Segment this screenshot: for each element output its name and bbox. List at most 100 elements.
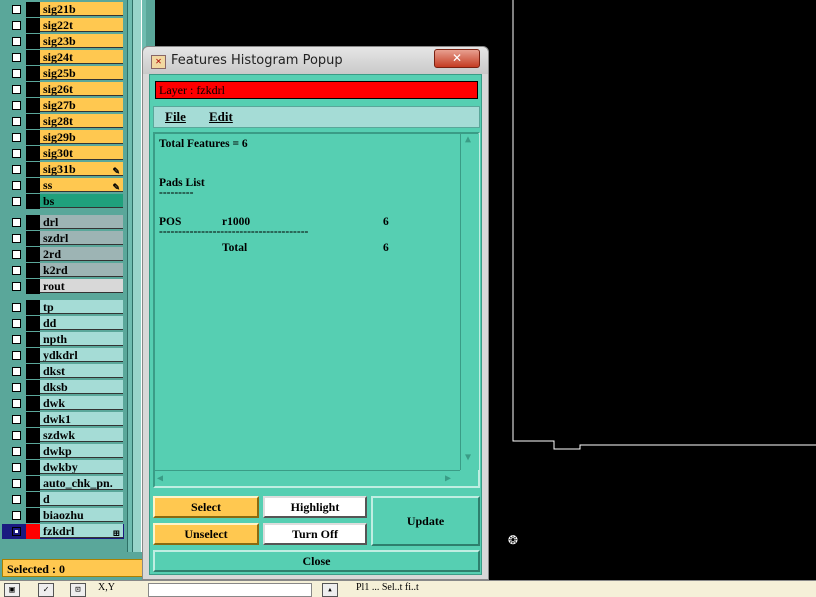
layer-checkbox[interactable] [12,383,21,392]
layer-checkbox[interactable] [12,133,21,142]
layer-checkbox[interactable] [12,37,21,46]
layer-row-2rd[interactable]: 2rd [2,247,124,262]
layer-checkbox[interactable] [12,250,21,259]
scroll-down-icon[interactable]: ▼ [465,452,471,463]
layer-name[interactable]: dwkp [40,444,123,458]
layer-checkbox[interactable] [12,511,21,520]
layer-name[interactable]: dwk1 [40,412,123,426]
layer-color-swatch[interactable] [26,34,40,49]
layer-color-swatch[interactable] [26,492,40,507]
layer-color-swatch[interactable] [26,396,40,411]
layer-color-swatch[interactable] [26,50,40,65]
scroll-icon[interactable]: ▴ [322,583,338,597]
layer-checkbox[interactable] [12,463,21,472]
layer-name[interactable]: fzkdrl ⊞ [40,524,123,538]
layer-name[interactable]: sig23b [40,34,123,48]
layer-name[interactable]: dd [40,316,123,330]
layer-name[interactable]: sig31b ✎ [40,162,123,176]
layer-color-swatch[interactable] [26,2,40,17]
layer-name[interactable]: auto_chk_pn. [40,476,123,490]
layer-row-sig25b[interactable]: sig25b [2,66,124,81]
layer-color-swatch[interactable] [26,98,40,113]
scroll-right-icon[interactable]: ▶ [445,473,451,484]
select-button[interactable]: Select [153,496,259,518]
layer-row-rout[interactable]: rout [2,279,124,294]
layer-name[interactable]: ss ✎ [40,178,123,192]
layer-name[interactable]: sig29b [40,130,123,144]
layer-color-swatch[interactable] [26,146,40,161]
layer-color-swatch[interactable] [26,444,40,459]
layer-color-swatch[interactable] [26,66,40,81]
layer-row-sig30t[interactable]: sig30t [2,146,124,161]
layer-checkbox[interactable] [12,479,21,488]
vertical-scrollbar[interactable]: ▲ ▼ [460,134,479,470]
layer-name[interactable]: sig27b [40,98,123,112]
layer-color-swatch[interactable] [26,231,40,246]
layer-name[interactable]: biaozhu [40,508,123,522]
popup-titlebar[interactable]: ✕ Features Histogram Popup ✕ [143,47,488,74]
layer-name[interactable]: szdwk [40,428,123,442]
layer-color-swatch[interactable] [26,428,40,443]
layer-name[interactable]: bs [40,194,123,208]
close-button[interactable]: Close [153,550,480,572]
layer-checkbox[interactable] [12,21,21,30]
layer-row-auto-chk-pn-[interactable]: auto_chk_pn. [2,476,124,491]
close-window-button[interactable]: ✕ [434,49,480,68]
snap-tool-icon[interactable]: ⊡ [70,583,86,597]
layer-checkbox[interactable] [12,181,21,190]
layer-name[interactable]: d [40,492,123,506]
menu-edit[interactable]: Edit [209,107,233,127]
layer-row-dd[interactable]: dd [2,316,124,331]
layer-name[interactable]: 2rd [40,247,123,261]
layer-color-swatch[interactable] [26,524,40,539]
layer-checkbox[interactable] [12,319,21,328]
layer-name[interactable]: rout [40,279,123,293]
layer-row-tp[interactable]: tp [2,300,124,315]
layer-name[interactable]: dwk [40,396,123,410]
select-tool-icon[interactable]: ▣ [4,583,20,597]
layer-color-swatch[interactable] [26,332,40,347]
layer-color-swatch[interactable] [26,279,40,294]
layer-color-swatch[interactable] [26,476,40,491]
layer-row-sig22t[interactable]: sig22t [2,18,124,33]
layer-color-swatch[interactable] [26,348,40,363]
coord-input[interactable] [148,583,312,597]
layer-row-bs[interactable]: bs [2,194,124,209]
layer-checkbox[interactable] [12,266,21,275]
layer-color-swatch[interactable] [26,18,40,33]
layer-row-biaozhu[interactable]: biaozhu [2,508,124,523]
layer-checkbox[interactable] [12,351,21,360]
layer-row-k2rd[interactable]: k2rd [2,263,124,278]
layer-checkbox[interactable] [12,303,21,312]
layer-checkbox[interactable] [12,218,21,227]
layer-row-drl[interactable]: drl [2,215,124,230]
layer-color-swatch[interactable] [26,460,40,475]
horizontal-scrollbar[interactable]: ◀ ▶ [155,470,460,487]
layer-color-swatch[interactable] [26,130,40,145]
layer-name[interactable]: sig25b [40,66,123,80]
layer-row-fzkdrl[interactable]: fzkdrl ⊞ [2,524,124,539]
layer-name[interactable]: sig22t [40,18,123,32]
layer-name[interactable]: sig28t [40,114,123,128]
layer-name[interactable]: dksb [40,380,123,394]
layer-row-sig21b[interactable]: sig21b [2,2,124,17]
layer-checkbox[interactable] [12,399,21,408]
layer-checkbox[interactable] [12,149,21,158]
layer-name[interactable]: npth [40,332,123,346]
scroll-up-icon[interactable]: ▲ [465,134,471,145]
layer-row-sig31b[interactable]: sig31b ✎ [2,162,124,177]
layer-checkbox[interactable] [12,447,21,456]
layer-color-swatch[interactable] [26,300,40,315]
layer-row-dwk1[interactable]: dwk1 [2,412,124,427]
layer-checkbox[interactable] [12,282,21,291]
layer-row-sig24t[interactable]: sig24t [2,50,124,65]
layer-checkbox[interactable] [12,85,21,94]
layer-row-sig26t[interactable]: sig26t [2,82,124,97]
layer-checkbox[interactable] [12,5,21,14]
layer-row-ydkdrl[interactable]: ydkdrl [2,348,124,363]
layer-color-swatch[interactable] [26,82,40,97]
layer-color-swatch[interactable] [26,364,40,379]
layer-checkbox[interactable] [12,527,21,536]
layer-row-dwkby[interactable]: dwkby [2,460,124,475]
layer-name[interactable]: sig26t [40,82,123,96]
